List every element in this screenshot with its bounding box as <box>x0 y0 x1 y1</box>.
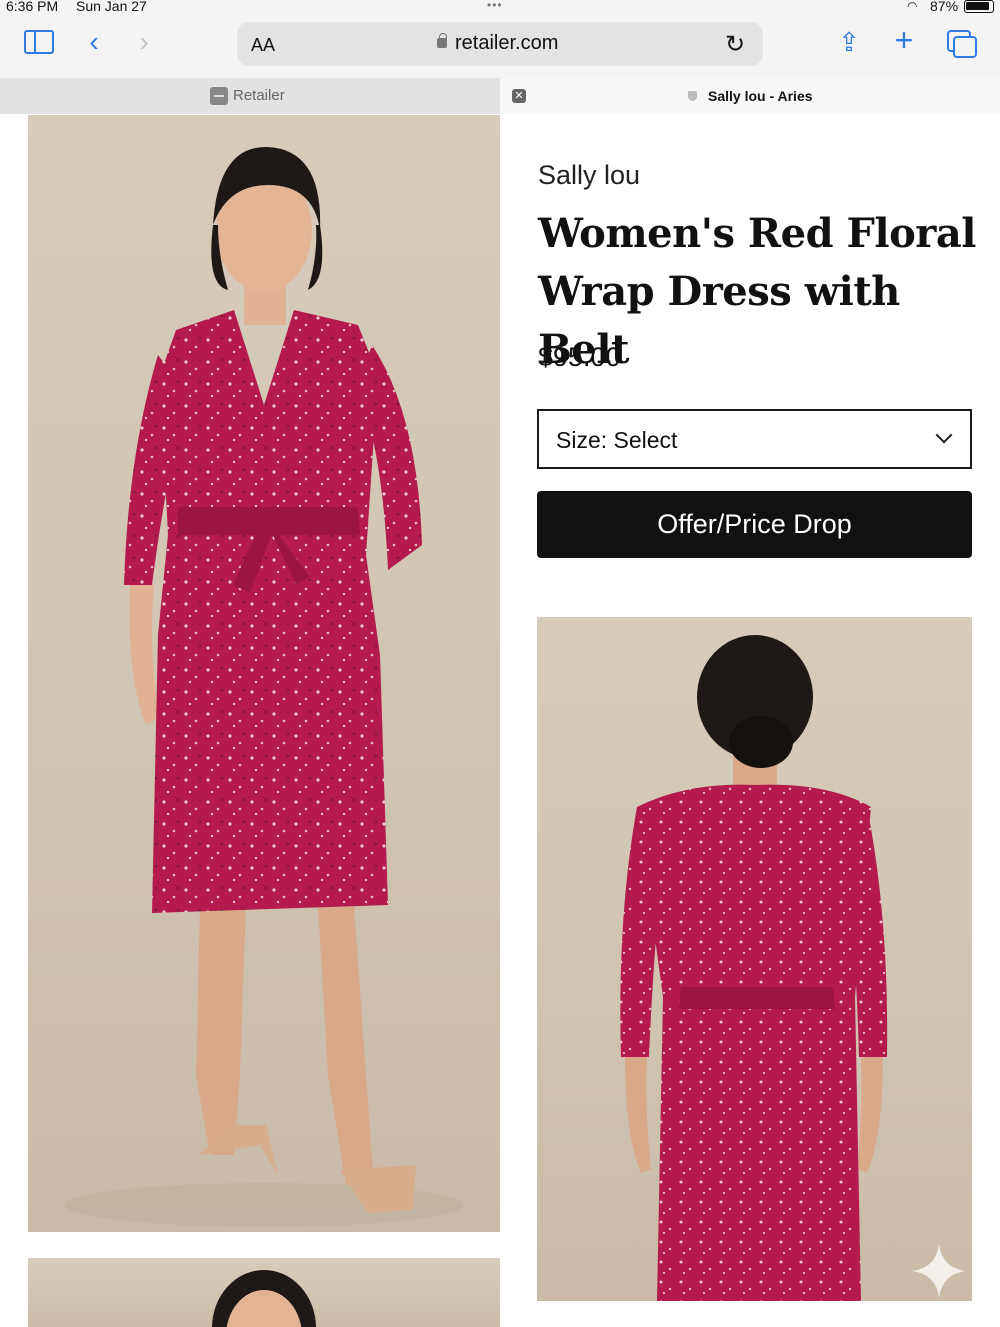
status-date: Sun Jan 27 <box>76 0 147 14</box>
new-tab-icon[interactable]: + <box>888 24 920 56</box>
product-brand[interactable]: Sally lou <box>538 160 640 191</box>
share-icon[interactable]: ⇪ <box>834 28 864 56</box>
browser-toolbar: ‹ › AA retailer.com ↻ ⇪ + <box>0 14 1000 78</box>
model-front-illustration <box>64 146 464 1227</box>
tab-overview-icon[interactable] <box>947 30 977 58</box>
product-image-third[interactable] <box>28 1258 500 1327</box>
product-price: $95.00 <box>538 342 621 372</box>
close-tab-icon[interactable]: ✕ <box>512 89 526 103</box>
offer-price-drop-button[interactable]: Offer/Price Drop <box>537 491 972 558</box>
back-icon[interactable]: ‹ <box>80 28 108 56</box>
reload-icon[interactable]: ↻ <box>725 30 745 59</box>
status-bar: 6:36 PM Sun Jan 27 ••• ◠ 87% <box>0 0 1000 14</box>
sidebar-toggle-icon[interactable] <box>24 30 54 54</box>
size-select-dropdown[interactable]: Size: Select <box>537 409 972 469</box>
battery-icon <box>964 0 994 13</box>
sparkle-icon <box>912 1244 966 1298</box>
size-select-label: Size: Select <box>556 427 678 453</box>
shield-icon <box>688 91 697 101</box>
battery-percent: 87% <box>930 0 959 14</box>
product-image-front[interactable] <box>28 115 500 1232</box>
multitasking-dots-icon[interactable]: ••• <box>487 0 503 12</box>
tab-retailer[interactable]: Retailer <box>0 78 500 114</box>
forward-icon[interactable]: › <box>130 28 158 56</box>
chevron-down-icon <box>935 426 953 444</box>
model-third-illustration <box>212 1270 316 1327</box>
url-text[interactable]: retailer.com <box>455 32 558 55</box>
tab-label: Retailer <box>233 87 285 104</box>
wifi-icon: ◠ <box>907 0 918 13</box>
tab-strip: Retailer ✕ Sally lou - Aries <box>0 78 1000 114</box>
tab-label: Sally lou - Aries <box>708 88 813 104</box>
tab-sally-lou[interactable]: ✕ Sally lou - Aries <box>500 78 1000 114</box>
product-image-back[interactable] <box>537 617 972 1301</box>
status-time: 6:36 PM <box>6 0 59 14</box>
text-size-button[interactable]: AA <box>251 35 275 56</box>
address-bar[interactable]: AA retailer.com ↻ <box>237 22 763 66</box>
favicon-icon <box>210 87 228 105</box>
lock-icon <box>437 33 447 48</box>
model-back-illustration <box>620 635 888 1301</box>
